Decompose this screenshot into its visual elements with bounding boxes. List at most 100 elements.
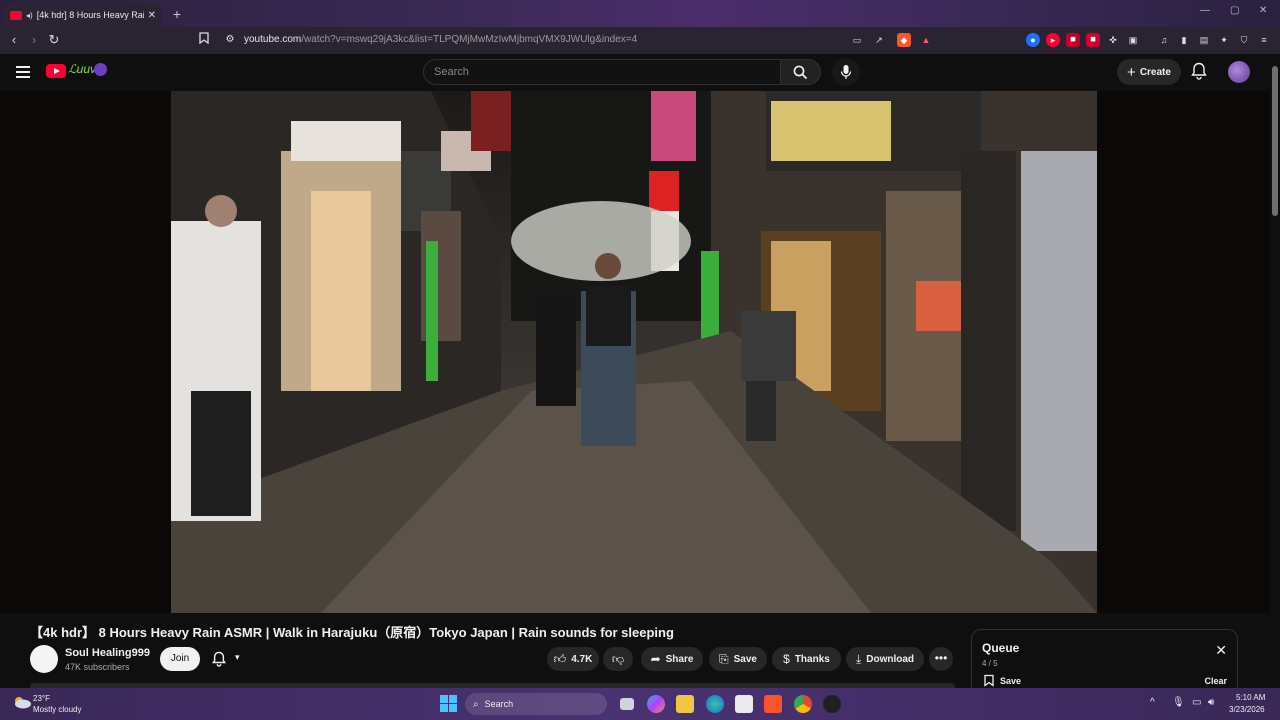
- leo-ai-icon[interactable]: ✦: [1217, 33, 1231, 47]
- new-tab-button[interactable]: +: [168, 5, 186, 23]
- copilot-icon[interactable]: [647, 695, 665, 713]
- bookmark-icon: [984, 674, 994, 687]
- tray-network-icon[interactable]: ▭: [1192, 697, 1201, 708]
- vpn-shield-icon[interactable]: ⛉: [1237, 33, 1251, 47]
- like-button[interactable]: 👍︎ 4.7K: [547, 647, 599, 671]
- windows-start-icon[interactable]: [440, 695, 458, 713]
- search-input[interactable]: Search: [423, 59, 781, 85]
- queue-title: Queue: [982, 641, 1020, 655]
- subscription-bell-button[interactable]: ▾: [205, 647, 255, 671]
- dislike-button[interactable]: 👎︎: [603, 647, 633, 671]
- notifications-bell-icon[interactable]: [1191, 62, 1209, 80]
- back-icon[interactable]: ‹: [6, 32, 22, 48]
- search-icon: [793, 65, 808, 80]
- weather-temperature: 23°F: [33, 694, 50, 703]
- thumbs-down-icon: 👎︎: [611, 651, 625, 666]
- scrollbar-thumb[interactable]: [1272, 66, 1278, 216]
- taskbar-search-icon: ⌕: [473, 698, 479, 710]
- channel-avatar[interactable]: [30, 645, 58, 673]
- windows-taskbar: 23°F Mostly cloudy ⌕ Search ^ 🎙︎ ▭ 🔊︎ 5:…: [0, 688, 1280, 720]
- tray-mic-icon[interactable]: 🎙︎: [1172, 697, 1185, 708]
- download-button[interactable]: ⤓ Download: [846, 647, 924, 671]
- bell-icon: [212, 651, 226, 667]
- save-button[interactable]: ⎘ Save: [709, 647, 767, 671]
- weather-description: Mostly cloudy: [33, 705, 82, 714]
- video-player[interactable]: [171, 91, 1097, 613]
- tray-volume-icon[interactable]: 🔊︎: [1208, 697, 1214, 708]
- sidebar-icon[interactable]: ▮: [1177, 33, 1191, 47]
- thanks-button[interactable]: $ Thanks: [772, 647, 841, 671]
- taskbar-search-label: Search: [484, 699, 514, 709]
- plus-icon: +: [1127, 63, 1136, 81]
- task-view-icon[interactable]: [620, 698, 634, 710]
- share-button[interactable]: ➦ Share: [641, 647, 703, 671]
- video-frame-scene: [171, 91, 1097, 613]
- browser-tab-youtube[interactable]: ◂) [4k hdr] 8 Hours Heavy Rain ✕: [4, 3, 162, 27]
- tab-close-icon[interactable]: ✕: [148, 10, 156, 21]
- weather-cloud-icon[interactable]: [12, 695, 31, 709]
- download-label: Download: [866, 653, 915, 665]
- queue-save-label: Save: [1000, 675, 1022, 686]
- site-info-icon[interactable]: ⚙: [222, 32, 238, 48]
- browser-tab-strip: ◂) [4k hdr] 8 Hours Heavy Rain ✕ + — ▢ ✕: [0, 0, 1280, 27]
- user-avatar[interactable]: [1228, 61, 1250, 83]
- queue-close-icon[interactable]: ✕: [1215, 642, 1227, 659]
- youtube-favicon-icon: [10, 10, 22, 20]
- channel-name[interactable]: Soul Healing999: [65, 647, 150, 659]
- store-icon[interactable]: [735, 695, 753, 713]
- thumbs-up-icon: 👍︎: [553, 651, 567, 666]
- share-page-icon[interactable]: ↗: [872, 33, 886, 47]
- queue-panel: Queue 4 / 5 ✕ Save Clear: [971, 629, 1238, 689]
- browser-toolbar: ‹ › ↻ ⚙ youtube.com/watch?v=mswq29jA3kc&…: [0, 27, 1280, 54]
- reload-icon[interactable]: ↻: [46, 32, 62, 48]
- extension-puzzle-icon[interactable]: ✜: [1106, 33, 1120, 47]
- queue-clear-button[interactable]: Clear: [1204, 676, 1227, 686]
- speaker-icon[interactable]: ◂): [26, 11, 33, 20]
- voice-search-button[interactable]: [832, 58, 860, 86]
- join-button[interactable]: Join: [160, 647, 200, 671]
- queue-count: 4 / 5: [982, 659, 998, 668]
- app-icon[interactable]: [823, 695, 841, 713]
- forward-icon[interactable]: ›: [26, 32, 42, 48]
- extension-blue-icon[interactable]: ●: [1026, 33, 1040, 47]
- extension-box-icon[interactable]: ▣: [1126, 33, 1140, 47]
- extension-red-icon[interactable]: ◼: [1066, 33, 1080, 47]
- maximize-icon[interactable]: ▢: [1230, 5, 1239, 16]
- brave-rewards-icon[interactable]: ▲: [919, 33, 933, 47]
- file-explorer-icon[interactable]: [676, 695, 694, 713]
- microphone-icon: [840, 65, 852, 79]
- music-icon[interactable]: ♫: [1157, 33, 1171, 47]
- brave-shields-icon[interactable]: ◆: [897, 33, 911, 47]
- like-count: 4.7K: [571, 653, 593, 665]
- tab-title: [4k hdr] 8 Hours Heavy Rain: [36, 10, 144, 20]
- tray-chevron-icon[interactable]: ^: [1150, 697, 1155, 708]
- subscriber-count: 47K subscribers: [65, 662, 130, 672]
- close-window-icon[interactable]: ✕: [1259, 5, 1267, 16]
- youtube-doodle-logo[interactable]: ℒuuv: [68, 62, 96, 76]
- video-title: 【4k hdr】 8 Hours Heavy Rain ASMR | Walk …: [30, 625, 674, 640]
- wallet-icon[interactable]: ▤: [1197, 33, 1211, 47]
- extension-youtube-icon[interactable]: ▸: [1046, 33, 1060, 47]
- browser-menu-icon[interactable]: ≡: [1257, 33, 1271, 47]
- edge-icon[interactable]: [706, 695, 724, 713]
- brave-icon[interactable]: [764, 695, 782, 713]
- cast-icon[interactable]: ▭: [850, 33, 864, 47]
- address-bar[interactable]: youtube.com/watch?v=mswq29jA3kc&list=TLP…: [244, 34, 637, 45]
- url-domain: youtube.com: [244, 34, 302, 45]
- url-path: /watch?v=mswq29jA3kc&list=TLPQMjMwMzIwMj…: [301, 34, 638, 45]
- extension-red2-icon[interactable]: ◼: [1086, 33, 1100, 47]
- create-button[interactable]: + Create: [1117, 59, 1181, 85]
- more-actions-icon[interactable]: •••: [929, 647, 953, 671]
- clock-time[interactable]: 5:10 AM: [1236, 693, 1265, 702]
- create-label: Create: [1139, 66, 1171, 78]
- youtube-logo-icon[interactable]: [46, 64, 66, 78]
- search-button[interactable]: [781, 59, 821, 85]
- hamburger-menu-icon[interactable]: [16, 66, 30, 78]
- chrome-icon[interactable]: [794, 695, 812, 713]
- clock-date[interactable]: 3/23/2026: [1229, 705, 1265, 714]
- queue-save-button[interactable]: Save: [984, 674, 1021, 687]
- minimize-icon[interactable]: —: [1200, 5, 1210, 16]
- thanks-label: Thanks: [794, 653, 830, 665]
- taskbar-search[interactable]: ⌕ Search: [465, 693, 607, 715]
- bookmark-icon[interactable]: [196, 32, 212, 48]
